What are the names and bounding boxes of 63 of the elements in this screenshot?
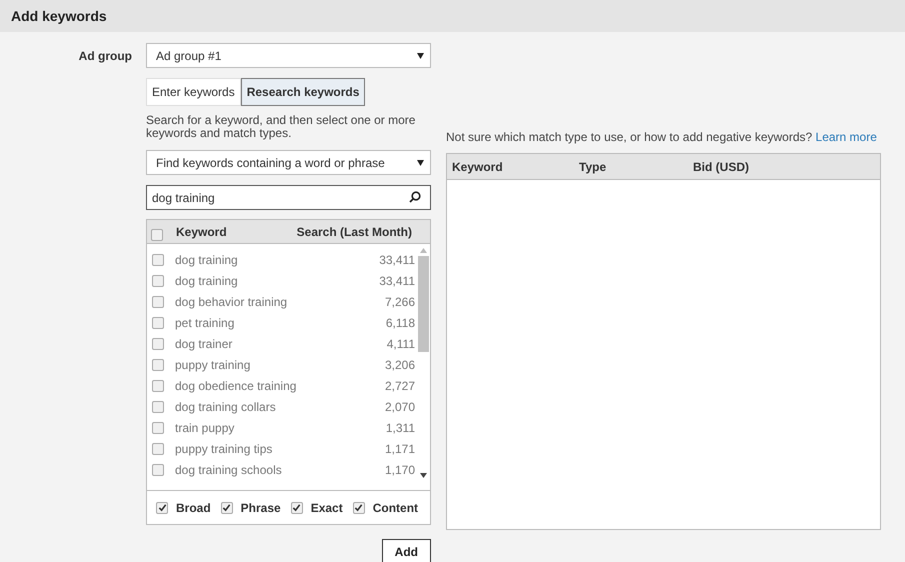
- checkbox[interactable]: [152, 358, 164, 370]
- search-count: 2,070: [384, 398, 415, 416]
- keyword-text: dog behavior training: [175, 294, 288, 310]
- checkbox-label: Broad: [176, 500, 211, 516]
- search-count: 1,171: [384, 440, 415, 458]
- checkbox[interactable]: [152, 338, 164, 350]
- column-header: Type: [579, 158, 608, 176]
- search-count: 6,118: [386, 314, 415, 332]
- select-all-checkbox[interactable]: [151, 228, 163, 240]
- checkbox[interactable]: [152, 400, 164, 412]
- checkbox[interactable]: [152, 274, 164, 286]
- search-count: 3,206: [384, 356, 415, 374]
- add-button[interactable]: Add: [382, 539, 431, 562]
- search-count: 33,411: [379, 272, 415, 290]
- scroll-up-arrow-icon[interactable]: [420, 248, 427, 253]
- keyword-text: dog training collars: [175, 398, 276, 416]
- checkbox[interactable]: [152, 380, 164, 392]
- field-label: Ad group: [78, 48, 133, 65]
- checkbox-label: Content: [372, 500, 418, 516]
- checkbox[interactable]: [152, 254, 164, 266]
- search-count: 33,411: [379, 252, 415, 268]
- caret-icon: [417, 160, 424, 166]
- search-count: 4,111: [386, 336, 415, 352]
- checkbox[interactable]: [352, 502, 365, 514]
- panel-title: Add keywords: [0, 0, 905, 32]
- checkbox[interactable]: [156, 502, 168, 514]
- search-count: 2,727: [384, 378, 415, 394]
- column-header: Keyword: [176, 224, 227, 240]
- keyword-text: dog obedience training: [175, 378, 296, 394]
- keyword-text: puppy training tips: [175, 440, 272, 458]
- help-text: Not sure which match type to use, or how to add negative keywords? Learn more: [446, 131, 878, 144]
- keyword-text: dog trainer: [175, 336, 232, 352]
- checkbox[interactable]: [152, 422, 164, 434]
- checkbox-label: Exact: [310, 500, 343, 516]
- checkbox[interactable]: [152, 464, 164, 476]
- checkbox[interactable]: [152, 316, 164, 328]
- keyword-text: dog training schools: [175, 462, 282, 478]
- tab[interactable]: Enter keywords: [146, 78, 241, 106]
- keyword-text: dog training: [175, 272, 238, 290]
- keyword-text: puppy training: [175, 356, 250, 374]
- search-field[interactable]: dog training: [146, 185, 431, 210]
- search-mode-dropdown[interactable]: Find keywords containing a word or phrase: [146, 150, 431, 175]
- keyword-text: pet training: [175, 314, 234, 332]
- column-header: Bid (USD): [693, 158, 749, 176]
- checkbox[interactable]: [152, 442, 164, 454]
- learn-more-link[interactable]: Learn more: [816, 130, 877, 144]
- search-count: 1,311: [386, 420, 415, 436]
- checkbox[interactable]: [290, 502, 303, 514]
- tab[interactable]: Research keywords: [240, 78, 366, 106]
- column-header: Keyword: [452, 158, 504, 176]
- search-icon[interactable]: [409, 191, 421, 203]
- search-count: 7,266: [384, 294, 415, 310]
- checkbox-label: Phrase: [240, 500, 281, 516]
- keyword-text: train puppy: [175, 420, 234, 436]
- scroll-down-arrow-icon[interactable]: [420, 473, 427, 478]
- checkbox[interactable]: [220, 502, 233, 514]
- search-count: 1,170: [384, 462, 415, 478]
- checkbox[interactable]: [152, 296, 164, 308]
- caret-icon: [417, 52, 424, 58]
- ad-group-dropdown[interactable]: Ad group #1: [146, 43, 431, 68]
- column-header: Search (Last Month): [296, 224, 412, 240]
- instructions-text: Search for a keyword, and then select one or more keywords and match types.: [146, 114, 416, 140]
- keyword-text: dog training: [175, 252, 238, 268]
